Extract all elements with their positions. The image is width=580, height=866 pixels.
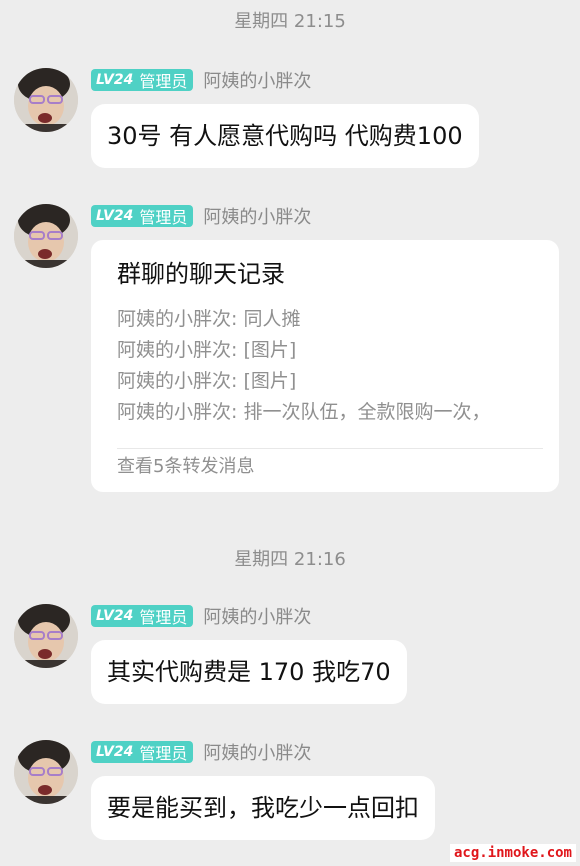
avatar[interactable]	[14, 740, 78, 804]
message-bubble[interactable]: 其实代购费是 170 我吃70	[91, 640, 407, 704]
level-badge: LV24 管理员	[91, 741, 194, 763]
role-text: 管理员	[139, 744, 188, 763]
role-text: 管理员	[139, 208, 188, 227]
avatar[interactable]	[14, 604, 78, 668]
message-bubble[interactable]: 要是能买到，我吃少一点回扣	[91, 776, 435, 840]
sender-name[interactable]: 阿姨的小胖次	[203, 203, 311, 229]
sender-name[interactable]: 阿姨的小胖次	[203, 739, 311, 765]
timestamp: 星期四 21:16	[234, 549, 346, 570]
message-meta: LV24 管理员 阿姨的小胖次	[91, 204, 311, 228]
sender-name[interactable]: 阿姨的小胖次	[203, 603, 311, 629]
watermark: acg.inmoke.com	[449, 844, 576, 862]
card-preview-line: 阿姨的小胖次: [图片]	[117, 339, 297, 361]
card-preview-line: 阿姨的小胖次: 排一次队伍，全款限购一次，	[117, 401, 491, 423]
message-meta: LV24 管理员 阿姨的小胖次	[91, 604, 311, 628]
chat-screen: 星期四 21:15 LV24 管理员 阿姨的小胖次 30号 有人愿意代购吗 代购…	[0, 0, 580, 866]
forwarded-chat-card[interactable]: 群聊的聊天记录 阿姨的小胖次: 同人摊 阿姨的小胖次: [图片] 阿姨的小胖次:…	[91, 240, 559, 492]
avatar-icon	[14, 740, 78, 804]
avatar[interactable]	[14, 68, 78, 132]
message-bubble[interactable]: 30号 有人愿意代购吗 代购费100	[91, 104, 479, 168]
view-forwarded-link[interactable]: 查看5条转发消息	[117, 455, 254, 479]
card-preview-line: 阿姨的小胖次: [图片]	[117, 370, 297, 392]
divider	[117, 448, 543, 449]
role-text: 管理员	[139, 608, 188, 627]
avatar-icon	[14, 604, 78, 668]
level-badge: LV24 管理员	[91, 205, 194, 227]
card-preview-line: 阿姨的小胖次: 同人摊	[117, 308, 301, 330]
level-text: LV24	[96, 208, 134, 224]
level-badge: LV24 管理员	[91, 69, 194, 91]
avatar-icon	[14, 204, 78, 268]
timestamp: 星期四 21:15	[234, 11, 346, 32]
message-meta: LV24 管理员 阿姨的小胖次	[91, 68, 311, 92]
role-text: 管理员	[139, 72, 188, 91]
card-title: 群聊的聊天记录	[117, 260, 285, 288]
avatar-icon	[14, 68, 78, 132]
avatar[interactable]	[14, 204, 78, 268]
level-text: LV24	[96, 608, 134, 624]
level-text: LV24	[96, 72, 134, 88]
card-preview-lines: 阿姨的小胖次: 同人摊 阿姨的小胖次: [图片] 阿姨的小胖次: [图片] 阿姨…	[117, 304, 490, 428]
sender-name[interactable]: 阿姨的小胖次	[203, 67, 311, 93]
message-meta: LV24 管理员 阿姨的小胖次	[91, 740, 311, 764]
level-text: LV24	[96, 744, 134, 760]
level-badge: LV24 管理员	[91, 605, 194, 627]
